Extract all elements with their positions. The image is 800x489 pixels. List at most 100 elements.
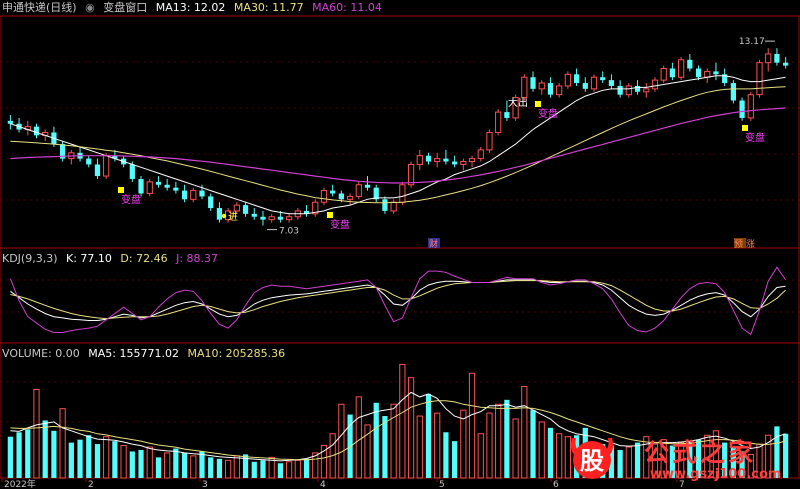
kdj-pane[interactable] (9, 266, 787, 336)
candle-body-84 (739, 100, 745, 118)
fin-label: 财 (429, 238, 438, 250)
candle-body-49 (434, 158, 441, 163)
volume-ma10-value: MA10: 205285.36 (187, 347, 286, 360)
volume-bar-51 (452, 441, 458, 478)
signal-marker-0 (118, 187, 124, 193)
volume-bar-38 (338, 403, 345, 479)
volume-bar-8 (77, 439, 83, 478)
low-price-label: 7.03 (279, 227, 299, 237)
volume-bar-58 (512, 418, 519, 479)
ma13-value: MA13: 12.02 (155, 1, 226, 14)
volume-header: VOLUME: 0.00 MA5: 155771.02 MA10: 205285… (2, 347, 290, 361)
volume-bar-22 (199, 451, 205, 478)
candle-body-27 (242, 205, 249, 214)
candle-body-50 (443, 158, 449, 162)
candle-body-59 (521, 76, 528, 99)
volume-bar-28 (251, 461, 257, 478)
candle-body-62 (547, 83, 554, 95)
circle-icon[interactable]: ◉ (85, 1, 95, 14)
volume-bar-53 (468, 372, 476, 479)
volume-bar-1 (16, 432, 22, 478)
volume-name[interactable]: VOLUME: 0.00 (2, 347, 80, 360)
candle-body-54 (477, 149, 484, 160)
volume-bar-7 (68, 442, 74, 478)
x-label-2: 3 (202, 480, 208, 489)
volume-bar-10 (94, 444, 101, 478)
candle-body-16 (146, 181, 153, 194)
volume-bar-5 (51, 430, 57, 478)
annotations: 变盘变盘变盘变盘13.177.03进大出财预 涨 (118, 37, 775, 250)
volume-bar-21 (190, 455, 197, 479)
candle-body-78 (687, 59, 693, 69)
candle-body-47 (416, 155, 423, 165)
candle-body-44 (390, 201, 397, 212)
candle-body-45 (399, 184, 406, 203)
volume-bar-43 (382, 416, 388, 478)
volume-bar-42 (373, 402, 379, 478)
enter-dot (221, 213, 227, 219)
volume-bar-71 (625, 446, 632, 479)
candle-body-15 (138, 178, 144, 194)
kdj-header: KDJ(9,3,3) K: 77.10 D: 72.46 J: 88.37 (2, 252, 223, 266)
volume-bar-47 (416, 415, 423, 479)
volume-bar-62 (547, 427, 554, 478)
stock-chart[interactable]: 变盘变盘变盘变盘13.177.03进大出财预 涨 2022年 2 3 4 5 6 7 (0, 0, 800, 489)
candle-body-60 (530, 77, 536, 89)
volume-bar-44 (390, 403, 397, 479)
candle-body-86 (756, 62, 763, 96)
volume-bar-13 (120, 445, 127, 479)
candle-body-55 (486, 131, 493, 151)
candle-body-52 (460, 161, 467, 165)
candle-body-17 (155, 181, 162, 185)
change-label-2: 变盘 (538, 107, 558, 120)
watermark-text: 公式之家 (644, 438, 757, 467)
kdj-d-value: D: 72.46 (120, 252, 168, 265)
candle-body-0 (7, 120, 13, 124)
volume-bar-34 (303, 458, 310, 478)
candle-body-80 (704, 70, 711, 78)
x-label-5: 6 (553, 480, 559, 489)
volume-bar-16 (146, 446, 153, 479)
watermark-logo-char: 股 (580, 447, 604, 475)
candle-body-19 (173, 187, 179, 191)
big-out-label: 大出 (508, 96, 528, 109)
candle-body-22 (199, 190, 205, 197)
indicator-name[interactable]: 变盘窗口 (103, 1, 147, 14)
candle-body-36 (320, 190, 328, 203)
signal-marker-2 (535, 101, 541, 107)
candle-body-18 (164, 184, 170, 188)
volume-bar-59 (521, 386, 528, 479)
enter-label: 进 (228, 211, 238, 223)
candle-body-65 (573, 74, 580, 84)
candle-body-81 (713, 71, 719, 75)
x-label-3: 4 (320, 480, 326, 489)
volume-bar-50 (443, 432, 449, 478)
candle-body-87 (765, 53, 772, 64)
candle-body-74 (651, 79, 659, 90)
volume-bar-17 (155, 457, 162, 478)
candle-body-63 (556, 85, 563, 96)
volume-bar-63 (556, 433, 563, 479)
volume-bar-14 (129, 451, 135, 478)
volume-bar-57 (504, 399, 510, 478)
candle-body-21 (190, 190, 197, 200)
candle-body-85 (747, 94, 754, 119)
candle-body-73 (643, 88, 650, 93)
candle-body-30 (268, 216, 275, 221)
candle-body-51 (452, 161, 458, 165)
candle-body-77 (677, 59, 685, 78)
watermark-url: www.gszj100.com (650, 467, 782, 482)
change-label-3: 变盘 (745, 131, 765, 144)
kdj-name[interactable]: KDJ(9,3,3) (2, 252, 58, 265)
candle-body-3 (33, 126, 40, 136)
volume-bar-6 (59, 408, 66, 479)
candle-body-67 (590, 76, 598, 90)
candle-body-40 (355, 184, 362, 197)
candle-body-9 (86, 158, 92, 165)
x-label-0: 2022年 (4, 478, 36, 489)
volume-bar-48 (425, 393, 432, 478)
candle-body-72 (634, 85, 641, 92)
candle-body-61 (538, 82, 545, 90)
candle-body-26 (233, 204, 240, 212)
candle-body-89 (783, 62, 789, 66)
